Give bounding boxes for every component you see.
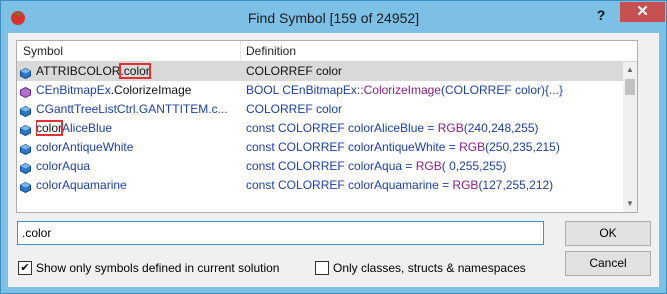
symbol-name: ATTRIBCOLOR.color [36, 62, 236, 81]
symbol-name: colorAliceBlue [36, 119, 236, 138]
definition-part: COLORREF color [246, 102, 343, 116]
cancel-button[interactable]: Cancel [565, 251, 651, 276]
current-solution-label: Show only symbols defined in current sol… [36, 261, 280, 275]
symbol-name-part: colorAquamarine [36, 178, 127, 192]
scroll-down-icon[interactable]: ▼ [623, 196, 637, 212]
symbol-name-part: CEnBitmapEx [36, 83, 111, 97]
definition-part: const COLORREF colorAliceBlue = [246, 121, 438, 135]
definition-part: (240,248,255) [463, 121, 539, 135]
constant-icon [20, 123, 31, 137]
symbol-row[interactable]: colorAliceBlue const COLORREF colorAliceB… [17, 119, 623, 138]
definition-part: const COLORREF colorAntiqueWhite = [246, 140, 460, 154]
symbol-name: colorAqua [36, 157, 236, 176]
column-divider[interactable] [240, 41, 241, 61]
symbol-name-part: AliceBlue [62, 121, 113, 135]
constant-icon [20, 180, 31, 194]
symbol-definition: const COLORREF colorAqua = RGB( 0,255,25… [246, 157, 626, 176]
definition-part: RGB [452, 178, 479, 192]
symbol-name: colorAquamarine [36, 176, 236, 195]
struct-member-icon [20, 66, 31, 80]
definition-part: RGB [459, 140, 486, 154]
symbol-name-part: colorAntiqueWhite [36, 140, 134, 154]
symbol-row[interactable]: colorAqua const COLORREF colorAqua = RGB(… [17, 157, 623, 176]
symbol-definition: const COLORREF colorAquamarine = RGB(127… [246, 176, 626, 195]
definition-part: (COLORREF color){...} [440, 83, 564, 97]
symbol-name: CGanttTreeListCtrl.GANTTITEM.c... [36, 100, 236, 119]
match-highlight: .color [119, 63, 151, 79]
find-symbol-dialog: Find Symbol [159 of 24952] ? ✕ Symbol De… [0, 0, 667, 294]
column-header-symbol[interactable]: Symbol [23, 44, 63, 58]
definition-part: RGB [415, 159, 442, 173]
symbol-rows: ATTRIBCOLOR.color COLORREF color CEnBitmap… [17, 62, 623, 195]
symbol-definition: COLORREF color [246, 100, 626, 119]
definition-part: BOOL CEnBitmapEx:: [246, 83, 364, 97]
vertical-scrollbar[interactable]: ▲ ▼ [623, 62, 637, 212]
window-title: Find Symbol [159 of 24952] [247, 10, 420, 26]
definition-part: ColorizeImage [363, 83, 441, 97]
symbol-definition: BOOL CEnBitmapEx::ColorizeImage(COLORREF… [246, 81, 626, 100]
title-bar[interactable]: Find Symbol [159 of 24952] ? ✕ [1, 1, 666, 33]
method-icon [20, 85, 31, 99]
symbol-name: colorAntiqueWhite [36, 138, 236, 157]
symbol-row[interactable]: ATTRIBCOLOR.color COLORREF color [17, 62, 623, 81]
definition-part: ( 0,255,255) [441, 159, 507, 173]
symbol-row[interactable]: CEnBitmapEx.ColorizeImage BOOL CEnBitmapE… [17, 81, 623, 100]
scrollbar-thumb[interactable] [625, 79, 635, 95]
symbol-list[interactable]: Symbol Definition ATTRIBCOLOR.color COLOR… [16, 40, 638, 213]
checkbox-box[interactable] [315, 261, 329, 275]
definition-part: (250,235,215) [485, 140, 560, 154]
help-button[interactable]: ? [591, 5, 611, 25]
symbol-name-part: ColorizeImage [114, 83, 192, 97]
definition-part: COLORREF color [246, 64, 343, 78]
symbol-definition: const COLORREF colorAliceBlue = RGB(240,… [246, 119, 626, 138]
close-button[interactable]: ✕ [620, 2, 665, 22]
symbol-definition: const COLORREF colorAntiqueWhite = RGB(2… [246, 138, 626, 157]
column-header-definition[interactable]: Definition [246, 44, 296, 58]
symbol-name-part: colorAqua [36, 159, 91, 173]
checkbox-box[interactable]: ✔ [18, 261, 32, 275]
definition-part: const COLORREF colorAqua = [246, 159, 416, 173]
definition-part: RGB [437, 121, 464, 135]
scroll-up-icon[interactable]: ▲ [623, 62, 637, 78]
symbol-row[interactable]: colorAquamarine const COLORREF colorAquam… [17, 176, 623, 195]
dialog-body: Symbol Definition ATTRIBCOLOR.color COLOR… [8, 33, 659, 287]
list-header: Symbol Definition [17, 41, 637, 62]
symbol-row[interactable]: colorAntiqueWhite const COLORREF colorAnt… [17, 138, 623, 157]
match-highlight: color [36, 120, 64, 136]
symbol-row[interactable]: CGanttTreeListCtrl.GANTTITEM.c... COLORRE… [17, 100, 623, 119]
definition-part: (127,255,212) [478, 178, 554, 192]
symbol-name-part: CGanttTreeListCtrl.GANTTITEM.c... [36, 102, 228, 116]
symbol-definition: COLORREF color [246, 62, 626, 81]
symbol-name: CEnBitmapEx.ColorizeImage [36, 81, 236, 100]
ok-button[interactable]: OK [565, 221, 651, 246]
constant-icon [20, 142, 31, 156]
definition-part: const COLORREF colorAquamarine = [246, 178, 453, 192]
only-classes-label: Only classes, structs & namespaces [333, 261, 526, 275]
constant-icon [20, 161, 31, 175]
symbol-search-input[interactable] [17, 221, 544, 245]
struct-member-icon [20, 104, 31, 118]
symbol-name-part: ATTRIBCOLOR [36, 64, 121, 78]
